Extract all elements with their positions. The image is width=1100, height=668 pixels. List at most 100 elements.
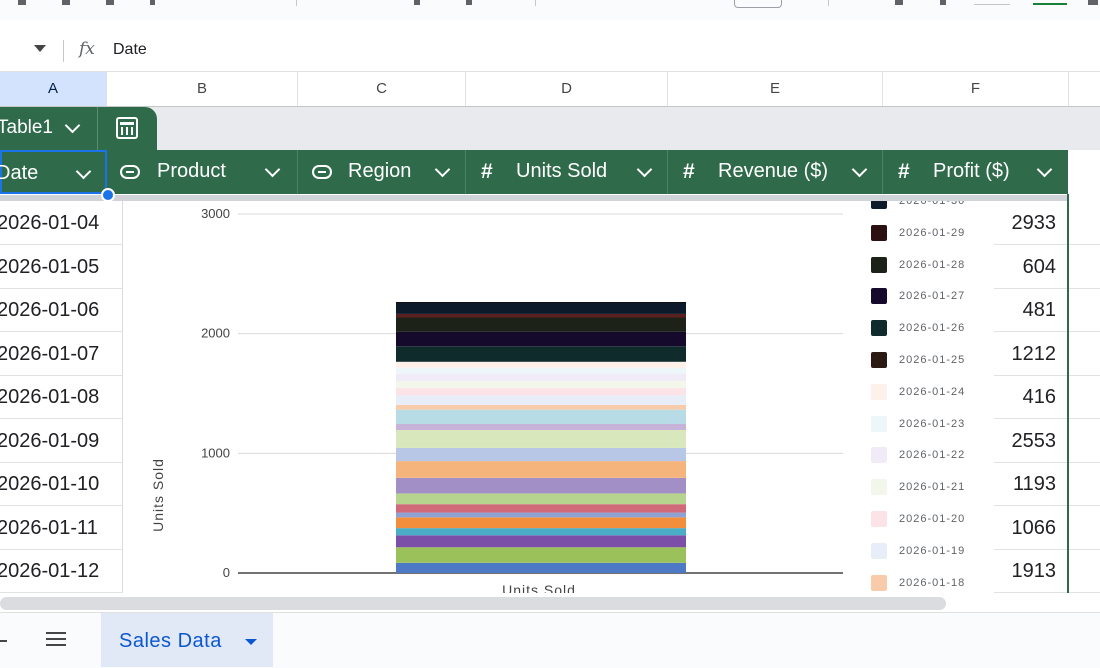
filter-chevron-icon[interactable] bbox=[1036, 161, 1053, 178]
legend-item[interactable]: 2026-01-23 bbox=[868, 413, 994, 433]
bar-segment bbox=[396, 331, 686, 347]
legend-item[interactable]: 2026-01-22 bbox=[868, 444, 994, 464]
legend-item[interactable]: 2026-01-21 bbox=[868, 476, 994, 496]
cell-profit[interactable]: 2933 bbox=[995, 201, 1063, 245]
y-tick-label: 2000 bbox=[201, 326, 230, 341]
toolbar-icon[interactable] bbox=[62, 0, 70, 5]
filter-chevron-icon[interactable] bbox=[264, 161, 281, 178]
filter-chevron-icon[interactable] bbox=[75, 163, 92, 180]
chart-canvas: 0 1000 2000 3000 Units Sold Units Sold bbox=[150, 206, 843, 593]
selection-handle[interactable] bbox=[101, 188, 115, 202]
cell-date[interactable]: 2026-01-09 bbox=[0, 419, 122, 463]
column-headers: A B C D E F bbox=[0, 72, 1100, 107]
legend-item[interactable]: 2026-01-18 bbox=[868, 572, 994, 592]
header-region[interactable]: Region bbox=[298, 150, 466, 194]
cell-profit[interactable]: 1193 bbox=[995, 462, 1063, 506]
name-box-dropdown-icon[interactable] bbox=[34, 45, 46, 52]
legend-label: 2026-01-28 bbox=[899, 258, 966, 271]
header-profit[interactable]: # Profit ($) bbox=[883, 150, 1068, 194]
legend-label: 2026-01-30 bbox=[899, 201, 966, 207]
column-header-f[interactable]: F bbox=[883, 72, 1069, 106]
x-axis-label: Units Sold bbox=[502, 582, 576, 593]
toolbar-icon[interactable] bbox=[466, 0, 472, 5]
cell-date[interactable]: 2026-01-05 bbox=[0, 245, 122, 289]
header-label: Region bbox=[348, 160, 412, 182]
legend-item[interactable]: 2026-01-24 bbox=[868, 381, 994, 401]
cell-date[interactable]: 2026-01-04 bbox=[0, 201, 122, 245]
cell-profit[interactable]: 1913 bbox=[995, 549, 1063, 593]
header-label: Revenue ($) bbox=[718, 160, 829, 182]
bar-segment bbox=[396, 404, 686, 410]
all-sheets-menu-icon[interactable] bbox=[46, 632, 66, 646]
cell-date[interactable]: 2026-01-07 bbox=[0, 332, 122, 376]
cell-date[interactable]: 2026-01-10 bbox=[0, 462, 122, 506]
formula-divider bbox=[63, 40, 64, 62]
legend-item[interactable]: 2026-01-27 bbox=[868, 285, 994, 305]
sheet-tab-sales-data[interactable]: Sales Data bbox=[101, 613, 273, 667]
cell-date[interactable]: 2026-01-06 bbox=[0, 288, 122, 332]
column-header-b[interactable]: B bbox=[107, 72, 298, 106]
legend-swatch bbox=[871, 447, 887, 464]
cell-date[interactable]: 2026-01-12 bbox=[0, 549, 122, 593]
toolbar-field[interactable] bbox=[974, 0, 1010, 5]
toolbar-icon[interactable] bbox=[106, 0, 114, 5]
toolbar-icon[interactable] bbox=[150, 0, 155, 5]
table-tab[interactable]: Table1 bbox=[0, 107, 157, 150]
toolbar-icon[interactable] bbox=[18, 0, 26, 5]
bar-segment bbox=[396, 317, 686, 332]
legend-item[interactable]: 2026-01-26 bbox=[868, 317, 994, 337]
legend-item[interactable]: 2026-01-20 bbox=[868, 508, 994, 528]
table-strip: Table1 bbox=[0, 107, 1100, 150]
column-header-d[interactable]: D bbox=[466, 72, 668, 106]
cell-profit[interactable]: 481 bbox=[995, 288, 1063, 332]
header-revenue[interactable]: # Revenue ($) bbox=[668, 150, 883, 194]
cell-profit[interactable]: 2553 bbox=[995, 419, 1063, 463]
table-right-border bbox=[1067, 194, 1069, 593]
legend-label: 2026-01-19 bbox=[899, 544, 966, 557]
filter-chevron-icon[interactable] bbox=[851, 161, 868, 178]
toolbar-icon[interactable] bbox=[414, 0, 420, 5]
toolbar-icon[interactable] bbox=[1088, 0, 1098, 5]
add-sheet-icon[interactable] bbox=[0, 640, 7, 642]
table-view-icon[interactable] bbox=[116, 117, 138, 139]
legend-swatch bbox=[871, 352, 887, 368]
sheet-grid: Table1 Date Product Region # Units Sold … bbox=[0, 107, 1100, 593]
header-label: Profit ($) bbox=[933, 160, 1010, 182]
cell-profit[interactable]: 604 bbox=[995, 245, 1063, 289]
legend-item[interactable]: 2026-01-28 bbox=[868, 254, 994, 274]
legend-item[interactable]: 2026-01-25 bbox=[868, 349, 994, 369]
toolbar-icon[interactable] bbox=[895, 0, 903, 5]
filter-chevron-icon[interactable] bbox=[434, 161, 451, 178]
horizontal-scrollbar[interactable] bbox=[0, 597, 946, 610]
toolbar-field[interactable] bbox=[734, 0, 782, 8]
header-product[interactable]: Product bbox=[107, 150, 298, 194]
cell-profit[interactable]: 416 bbox=[995, 375, 1063, 419]
cell-profit[interactable]: 1066 bbox=[995, 506, 1063, 550]
column-header-a[interactable]: A bbox=[0, 72, 107, 106]
formula-input[interactable]: Date bbox=[113, 41, 147, 59]
legend-item[interactable]: 2026-01-30 bbox=[868, 201, 994, 210]
sheet-tab-dropdown-icon[interactable] bbox=[245, 639, 257, 645]
legend-item[interactable]: 2026-01-19 bbox=[868, 540, 994, 560]
legend-label: 2026-01-20 bbox=[899, 513, 966, 525]
fill-color-indicator[interactable] bbox=[1033, 3, 1067, 5]
cell-date[interactable]: 2026-01-11 bbox=[0, 506, 122, 550]
legend-label: 2026-01-27 bbox=[899, 290, 966, 303]
column-header-c[interactable]: C bbox=[298, 72, 466, 106]
legend-swatch bbox=[871, 542, 887, 559]
bar-segment bbox=[396, 380, 686, 389]
legend-label: 2026-01-26 bbox=[899, 322, 966, 335]
table-menu-chevron-icon[interactable] bbox=[64, 117, 81, 134]
toolbar-icon[interactable] bbox=[940, 0, 946, 5]
column-header-e[interactable]: E bbox=[668, 72, 883, 106]
cell-date[interactable]: 2026-01-08 bbox=[0, 375, 122, 419]
header-date[interactable]: Date bbox=[0, 150, 107, 194]
cell-profit[interactable]: 1212 bbox=[995, 332, 1063, 376]
hash-icon: # bbox=[898, 160, 910, 183]
legend-label: 2026-01-25 bbox=[899, 354, 966, 366]
stacked-bar-chart[interactable]: 0 1000 2000 3000 Units Sold Units Sold 2026-0… bbox=[122, 201, 994, 593]
header-units-sold[interactable]: # Units Sold bbox=[466, 150, 668, 194]
formula-bar: fx Date bbox=[0, 31, 1100, 72]
legend-item[interactable]: 2026-01-29 bbox=[868, 222, 994, 242]
filter-chevron-icon[interactable] bbox=[636, 161, 653, 178]
